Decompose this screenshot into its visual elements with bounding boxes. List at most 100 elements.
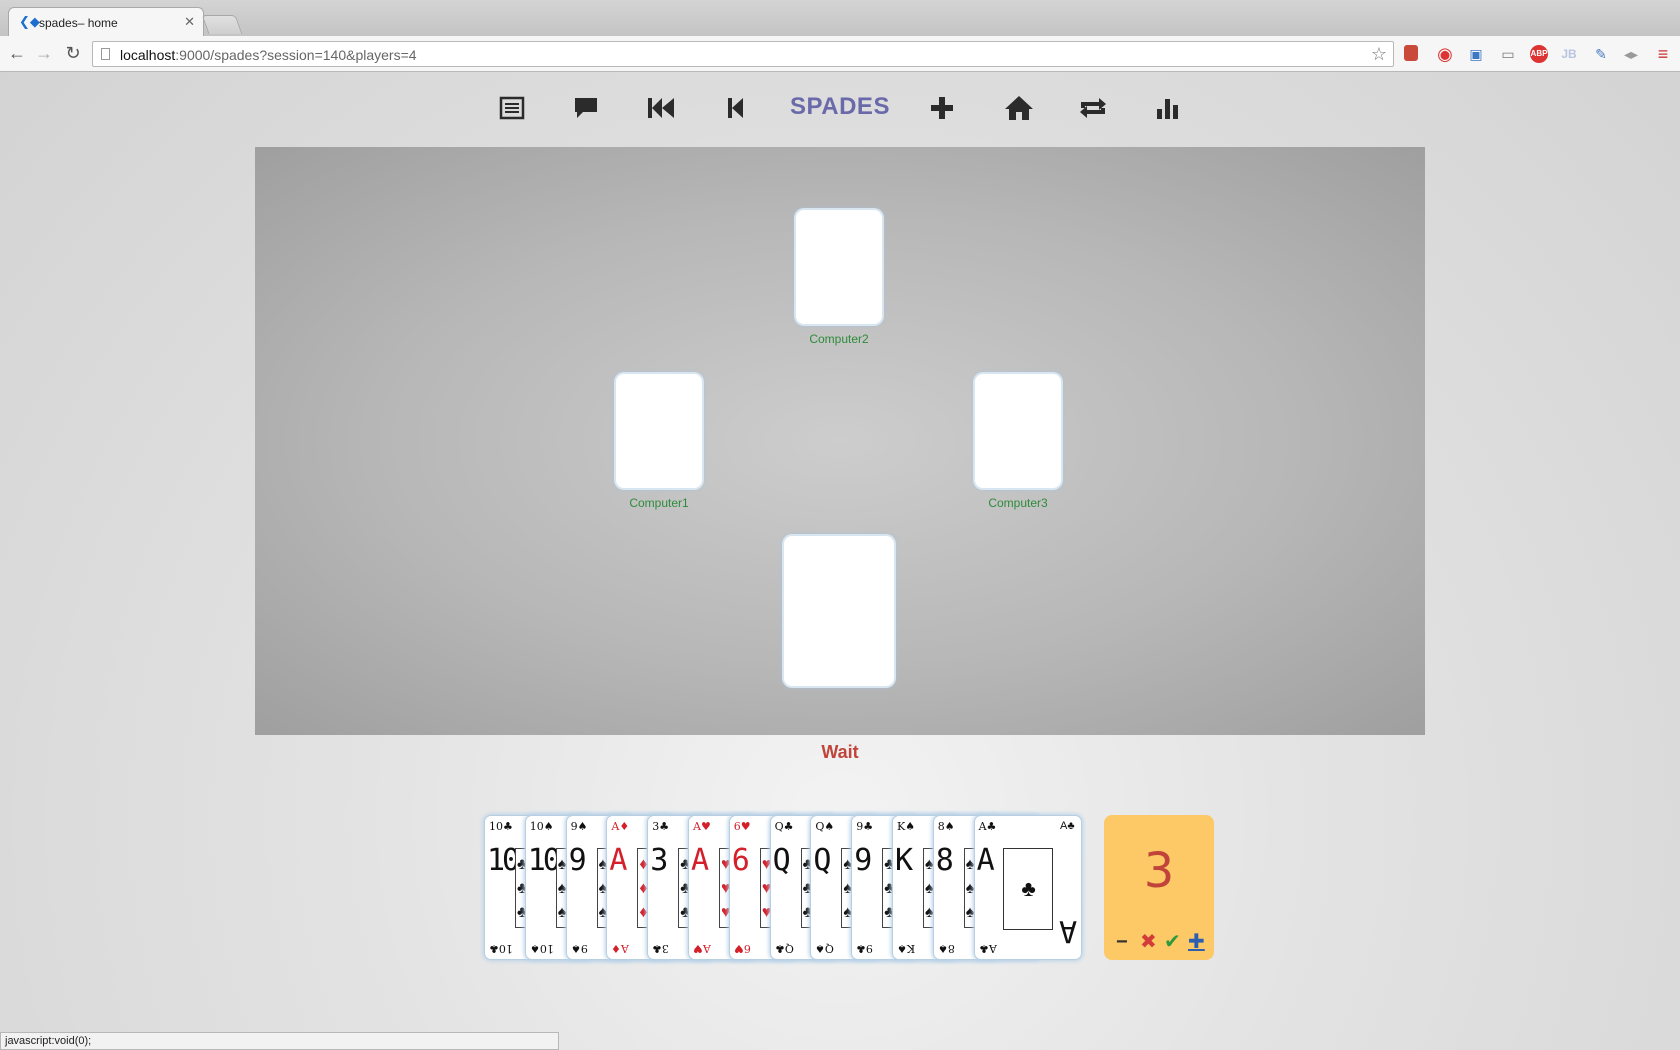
status-message: Wait: [821, 742, 859, 762]
card-rank-small: 10: [529, 820, 544, 833]
card-rank-small: 10: [498, 942, 513, 955]
browser-tabstrip: ❮◆ spades– home ✕: [0, 0, 1680, 36]
card-suit-small: ♥: [740, 820, 751, 833]
player-name-computer1: Computer1: [629, 496, 689, 510]
card-suit-small: ♣: [856, 942, 867, 955]
card-suit-small: ♣: [659, 820, 670, 833]
home-icon[interactable]: [1001, 88, 1037, 128]
back-icon[interactable]: ←: [6, 42, 28, 64]
card-rank-small: 6: [743, 942, 751, 955]
reload-icon[interactable]: ↻: [62, 42, 84, 64]
site-favicon-icon: ❮◆: [19, 14, 40, 29]
card-rank-small: A: [988, 942, 997, 955]
card-rank: 10: [487, 843, 520, 878]
card-rank-small: Q: [784, 942, 794, 955]
card-rank: K: [895, 843, 913, 878]
card-corner-index-bottom: A♥: [693, 942, 711, 955]
card-corner-index-bottom: 9♣: [856, 942, 874, 955]
address-bar[interactable]: localhost:9000/spades?session=140&player…: [92, 41, 1394, 67]
card-suit-small: ♣: [986, 820, 997, 833]
forward-icon[interactable]: →: [33, 42, 55, 64]
card-rank-small: 9: [570, 820, 578, 833]
browser-toolbar: ← → ↻ localhost:9000/spades?session=140&…: [0, 36, 1680, 72]
browser-status-bar: javascript:void(0);: [0, 1032, 559, 1050]
cast-icon[interactable]: ▭: [1499, 45, 1517, 63]
card-rank: A: [976, 843, 995, 878]
stop-ext-icon[interactable]: ◉: [1436, 45, 1454, 63]
card-rank: 8: [935, 843, 954, 878]
card-corner-index-bottom: K♠: [897, 942, 916, 955]
jb-ext-icon[interactable]: JB: [1560, 45, 1578, 63]
card-suit-small: ♠: [570, 942, 581, 955]
stats-icon[interactable]: [1150, 88, 1186, 128]
card-rank-small: 3: [662, 942, 670, 955]
card-rank-small: 9: [580, 942, 588, 955]
browser-tab[interactable]: ❮◆ spades– home ✕: [8, 7, 204, 36]
card-rank-small: 6: [733, 820, 741, 833]
card-rank: 9: [568, 843, 587, 878]
card-corner-index-bottom: 9♠: [570, 942, 588, 955]
bid-minus-button[interactable]: −: [1116, 932, 1128, 952]
card-corner-index: A♥: [693, 821, 711, 832]
menu-icon[interactable]: ≡: [1654, 45, 1672, 63]
card-rank-small: Q: [825, 942, 835, 955]
screen-ext-icon[interactable]: ▣: [1467, 45, 1485, 63]
card-rank: 9: [854, 843, 872, 878]
card-rank-small: A: [978, 820, 987, 833]
card-suit-small: ♠: [897, 942, 907, 955]
card-rank-small: 8: [937, 820, 945, 833]
card-corner-index: A♣: [979, 821, 997, 832]
card-rank-small: 9: [866, 942, 874, 955]
list-icon[interactable]: [494, 88, 530, 128]
card-suit-small: ♣: [783, 820, 794, 833]
card-rank-small: 10: [489, 820, 503, 833]
card-suit-small: ♠: [824, 820, 835, 833]
first-icon[interactable]: [643, 88, 679, 128]
card-suit-small: ♦: [611, 942, 622, 955]
player-name-computer3: Computer3: [988, 496, 1048, 510]
card-rank-small: A: [702, 942, 711, 955]
card-corner-index: K♠: [897, 821, 915, 832]
card-rank: Q: [813, 843, 831, 878]
card-rank: 10: [527, 843, 561, 878]
new-tab-button[interactable]: [201, 15, 243, 34]
card-corner-index: A♦: [611, 821, 629, 832]
card-suit-small: ♣: [489, 942, 499, 955]
card-rank-small: K: [897, 820, 906, 833]
bid-cancel-button[interactable]: ✖: [1140, 932, 1157, 952]
bookmark-ext-icon[interactable]: [1404, 45, 1418, 61]
brand-title[interactable]: SPADES: [790, 93, 890, 121]
card-suit-small: ♠: [905, 820, 916, 833]
card-corner-index-bottom: 10♠: [529, 942, 554, 955]
card-rank-small: 8: [947, 942, 955, 955]
chat-icon[interactable]: [568, 88, 604, 128]
card-rank: 3: [650, 843, 668, 878]
previous-icon[interactable]: [718, 88, 754, 128]
adblock-icon[interactable]: ABP: [1530, 45, 1548, 63]
audio-ext-icon[interactable]: ◂▸: [1622, 45, 1640, 63]
card-corner-index: 3♣: [652, 821, 669, 832]
card-rank-small: Q: [774, 820, 784, 833]
card-suit-small: ♠: [529, 942, 540, 955]
bid-confirm-button[interactable]: ✔: [1164, 932, 1181, 952]
eyedropper-icon[interactable]: ✎: [1592, 45, 1610, 63]
card-corner-index-bottom: A♦: [611, 942, 630, 955]
bid-plus-button[interactable]: ✚: [1188, 932, 1205, 952]
plus-icon[interactable]: [924, 88, 960, 128]
card-rank-small: A: [621, 942, 630, 955]
card-suit-small: ♠: [944, 820, 955, 833]
card-corner-index-right: A♣: [1060, 821, 1075, 832]
tab-close-icon[interactable]: ✕: [184, 14, 195, 30]
card-corner-index: 8♠: [938, 821, 955, 832]
card-corner-index: 9♠: [571, 821, 588, 832]
card-suit-small: ♥: [693, 942, 703, 955]
card-rank-small: K: [906, 942, 916, 955]
card-suit-small: ♠: [937, 942, 948, 955]
card-slot-player: [784, 536, 894, 686]
bookmark-star-icon[interactable]: ☆: [1371, 44, 1387, 65]
card-suit-small: ♥: [733, 942, 744, 955]
repeat-icon[interactable]: [1075, 88, 1111, 128]
card-suit-small: ♣: [863, 820, 874, 833]
hand-card[interactable]: A♣ A ♣ A♣ A A♣: [973, 815, 1082, 960]
card-corner-index: 9♣: [856, 821, 873, 832]
